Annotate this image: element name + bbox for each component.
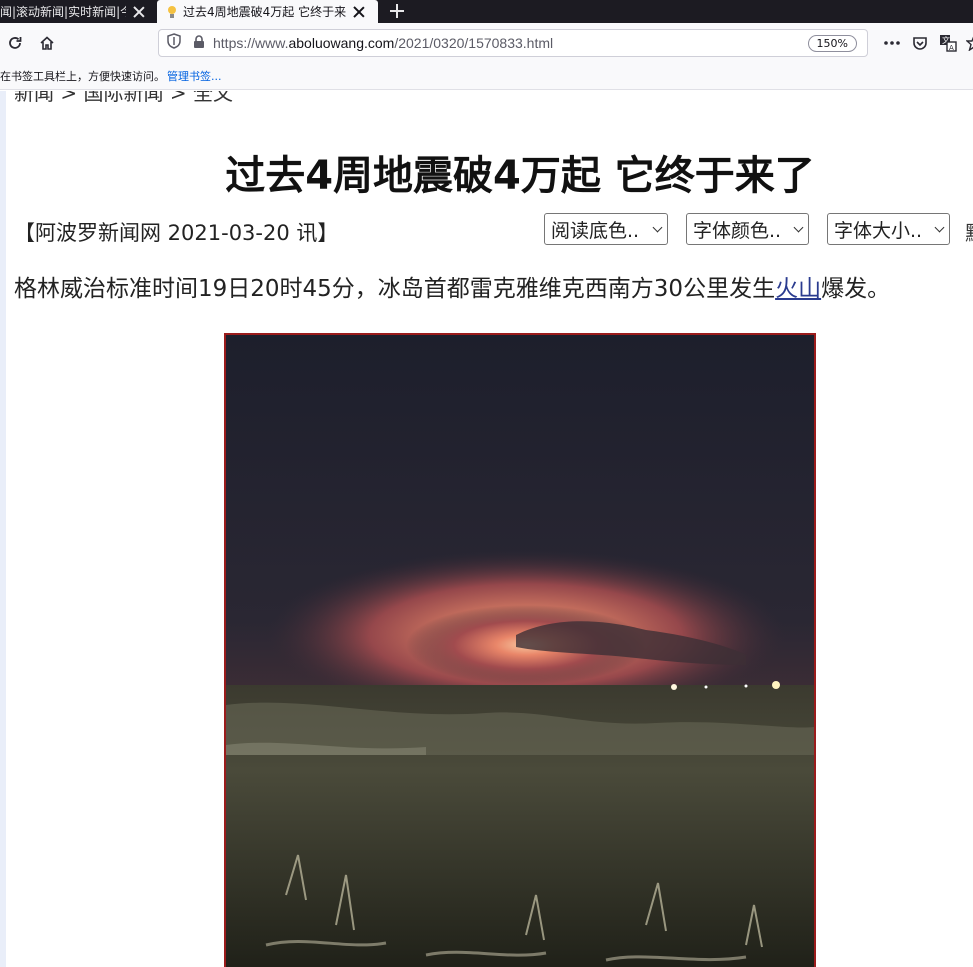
tab-title: 过去4周地震破4万起 它终于来: [183, 5, 346, 19]
volcano-eruption-photo: [224, 333, 816, 967]
more-icon[interactable]: [880, 31, 904, 55]
url-path: /2021/0320/1570833.html: [394, 35, 554, 51]
page-content: 新闻 > 国际新闻 > 全文 过去4周地震破4万起 它终于来了 【阿波罗新闻网 …: [0, 91, 973, 967]
lede-text-end: 爆发。: [821, 276, 891, 302]
chevron-down-icon: [793, 222, 804, 233]
breadcrumb[interactable]: 新闻 > 国际新闻 > 全文: [14, 91, 233, 106]
tab-active[interactable]: 过去4周地震破4万起 它终于来: [157, 0, 378, 23]
bookmarks-hint: 在书签工具栏上，方便快速访问。: [0, 70, 165, 83]
plus-icon[interactable]: [386, 0, 408, 23]
article-source: 【阿波罗新闻网 2021-03-20 讯】: [14, 221, 339, 245]
shield-icon[interactable]: [167, 33, 181, 53]
tab-title: 闻|滚动新闻|实时新闻|今: [0, 5, 126, 19]
nav-toolbar: https://www.aboluowang.com/2021/0320/157…: [0, 23, 973, 63]
url-text[interactable]: https://www.aboluowang.com/2021/0320/157…: [213, 35, 553, 51]
select-value: 字体大小..: [834, 219, 923, 242]
url-bar[interactable]: https://www.aboluowang.com/2021/0320/157…: [158, 29, 868, 57]
home-icon[interactable]: [35, 31, 59, 55]
bg-color-select[interactable]: 阅读底色..: [544, 213, 668, 245]
chevron-down-icon: [934, 222, 945, 233]
tab-inactive[interactable]: 闻|滚动新闻|实时新闻|今: [0, 0, 153, 23]
close-icon[interactable]: [352, 5, 366, 19]
bookmarks-toolbar: 在书签工具栏上，方便快速访问。 管理书签...: [0, 63, 973, 90]
select-value: 阅读底色..: [551, 219, 640, 242]
page-margin: [0, 91, 6, 967]
chevron-down-icon: [652, 222, 663, 233]
close-icon[interactable]: [132, 5, 146, 19]
pocket-icon[interactable]: [908, 31, 932, 55]
svg-text:A: A: [949, 44, 954, 52]
lede-text: 格林威治标准时间19日20时45分，冰岛首都雷克雅维克西南方30公里发生: [14, 276, 776, 302]
reload-icon[interactable]: [3, 31, 27, 55]
select-value: 字体颜色..: [693, 219, 782, 242]
font-color-select[interactable]: 字体颜色..: [686, 213, 809, 245]
translate-icon[interactable]: 文A: [936, 31, 960, 55]
default-button[interactable]: 默: [965, 217, 973, 246]
url-prefix: https://www.: [213, 35, 289, 51]
zoom-level-badge[interactable]: 150%: [807, 35, 857, 52]
volcano-link[interactable]: 火山: [775, 276, 821, 302]
tab-strip: 闻|滚动新闻|实时新闻|今 过去4周地震破4万起 它终于来: [0, 0, 973, 23]
lock-icon[interactable]: [193, 34, 205, 53]
font-size-select[interactable]: 字体大小..: [827, 213, 950, 245]
lightbulb-icon: [165, 5, 179, 19]
bookmark-star-icon[interactable]: [962, 31, 973, 55]
url-domain: aboluowang.com: [288, 35, 395, 51]
article-lede: 格林威治标准时间19日20时45分，冰岛首都雷克雅维克西南方30公里发生火山爆发…: [14, 269, 890, 303]
manage-bookmarks-link[interactable]: 管理书签...: [167, 68, 222, 84]
article-headline: 过去4周地震破4万起 它终于来了: [225, 153, 815, 199]
